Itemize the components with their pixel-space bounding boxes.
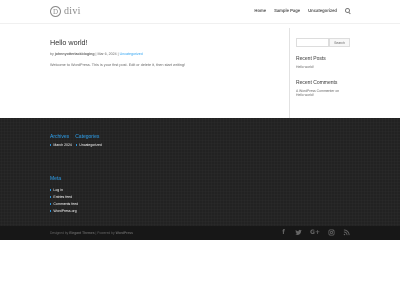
twitter-icon[interactable] (295, 229, 302, 236)
logo-text: divi (64, 6, 81, 17)
post-category[interactable]: Uncategorized (120, 52, 143, 56)
sidebar: Search Recent Posts Hello world! Recent … (296, 38, 352, 98)
footer-credits: Designed by Elegant Themes | Powered by … (50, 231, 133, 235)
footer-archives-categories: Archives Categories March 2024 Uncategor… (50, 134, 102, 147)
recent-comment-item: A WordPress Commenter on Hello world! (296, 89, 352, 98)
sidebar-search: Search (296, 38, 352, 47)
recent-post-link[interactable]: Hello world! (296, 65, 314, 69)
bullet-icon (50, 210, 52, 212)
rss-icon[interactable] (343, 229, 350, 236)
main-content: Hello world! by johnnyotterlackbloging |… (50, 38, 280, 67)
post-date: Mar 6, 2024 (97, 52, 117, 56)
bullet-icon (50, 189, 52, 191)
meta-entries-feed-link[interactable]: Entries feed (53, 195, 72, 199)
bullet-icon (50, 144, 52, 146)
site-logo[interactable]: D divi (50, 5, 81, 18)
site-header: D divi Home Sample Page Uncategorized (0, 0, 400, 23)
designer-link[interactable]: Elegant Themes (69, 231, 94, 235)
logo-mark: D (50, 6, 61, 17)
archive-label[interactable]: March 2024 (53, 143, 71, 147)
bullet-icon (75, 144, 78, 146)
recent-comments-title: Recent Comments (296, 79, 338, 86)
meta-item[interactable]: Log in (50, 188, 78, 192)
meta-title: Meta (50, 176, 62, 182)
meta-wordpress-link[interactable]: WordPress.org (53, 209, 76, 213)
category-label[interactable]: Uncategorized (79, 143, 102, 147)
site-footer: Archives Categories March 2024 Uncategor… (0, 118, 400, 226)
bullet-icon (50, 203, 52, 205)
post-author[interactable]: johnnyotterlackbloging (55, 52, 95, 56)
nav-uncategorized[interactable]: Uncategorized (308, 8, 337, 13)
bullet-icon (50, 196, 52, 198)
facebook-icon[interactable]: f (280, 229, 287, 236)
archive-item[interactable]: March 2024 (50, 143, 72, 147)
categories-title: Categories (75, 134, 100, 140)
meta-separator: | (117, 52, 119, 56)
post-excerpt: Welcome to WordPress. This is your first… (50, 63, 186, 67)
instagram-icon[interactable] (328, 229, 335, 236)
meta-item[interactable]: Entries feed (50, 195, 78, 199)
social-icons: f G+ (280, 229, 350, 236)
meta-item[interactable]: WordPress.org (50, 209, 78, 213)
main-nav: Home Sample Page Uncategorized (254, 8, 350, 13)
designed-by-prefix: Designed by (50, 231, 69, 235)
nav-sample-page[interactable]: Sample Page (274, 8, 300, 13)
sidebar-search-button[interactable]: Search (329, 38, 350, 47)
meta-item[interactable]: Comments feed (50, 202, 78, 206)
search-icon[interactable] (345, 8, 350, 13)
post-title[interactable]: Hello world! (50, 38, 280, 47)
nav-home[interactable]: Home (254, 8, 266, 13)
powered-by-prefix: Powered by (97, 231, 115, 235)
footer-archive-category-items: March 2024 Uncategorized (50, 140, 102, 147)
footer-bottom-bar: Designed by Elegant Themes | Powered by … (0, 226, 400, 240)
meta-login-link[interactable]: Log in (53, 188, 63, 192)
google-plus-icon[interactable]: G+ (310, 229, 320, 236)
footer-widget-titles: Archives Categories (50, 134, 102, 140)
category-item[interactable]: Uncategorized (75, 143, 102, 147)
recent-comment-post-link[interactable]: Hello world! (296, 93, 314, 97)
recent-post-item: Hello world! (296, 65, 352, 70)
wordpress-link[interactable]: WordPress (116, 231, 133, 235)
meta-comments-feed-link[interactable]: Comments feed (53, 202, 78, 206)
sidebar-search-input[interactable] (296, 38, 329, 47)
archives-title: Archives (50, 134, 70, 140)
recent-posts-title: Recent Posts (296, 56, 326, 62)
sidebar-divider (289, 28, 290, 118)
footer-meta-widget: Meta Log in Entries feed Comments feed W… (50, 167, 78, 213)
post-meta: by johnnyotterlackbloging | Mar 6, 2024 … (50, 52, 280, 56)
meta-prefix: by (50, 52, 54, 56)
recent-comment-text[interactable]: A WordPress Commenter on (296, 89, 339, 93)
